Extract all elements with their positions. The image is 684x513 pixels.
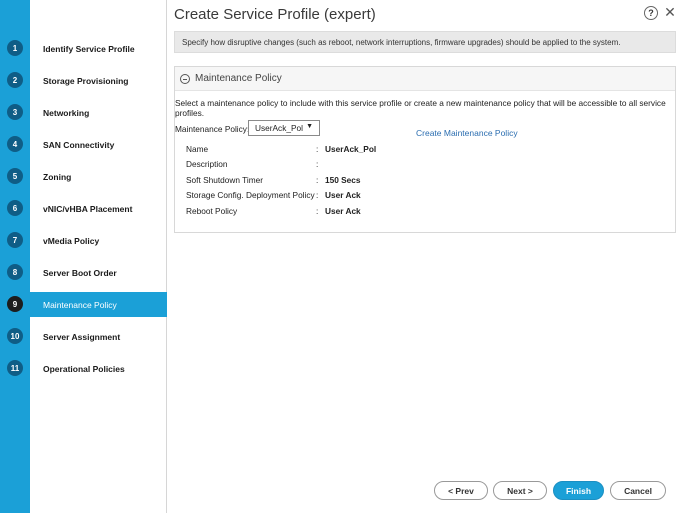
step-identify-service-profile[interactable]: Identify Service Profile bbox=[30, 36, 167, 61]
step-vnic-vhba-placement[interactable]: vNIC/vHBA Placement bbox=[30, 196, 167, 221]
detail-row-reboot-policy: Reboot Policy : User Ack bbox=[186, 206, 486, 218]
step-vmedia-policy[interactable]: vMedia Policy bbox=[30, 228, 167, 253]
step-number-7: 7 bbox=[7, 232, 23, 248]
step-server-assignment[interactable]: Server Assignment bbox=[30, 324, 167, 349]
prev-button[interactable]: < Prev bbox=[434, 481, 488, 500]
detail-value: 150 Secs bbox=[325, 175, 361, 185]
detail-label: Reboot Policy bbox=[186, 206, 238, 216]
detail-label: Description bbox=[186, 159, 228, 169]
finish-button[interactable]: Finish bbox=[553, 481, 604, 500]
step-number-8: 8 bbox=[7, 264, 23, 280]
step-zoning[interactable]: Zoning bbox=[30, 164, 167, 189]
detail-row-soft-shutdown-timer: Soft Shutdown Timer : 150 Secs bbox=[186, 175, 486, 187]
step-number-1: 1 bbox=[7, 40, 23, 56]
detail-colon: : bbox=[316, 144, 319, 154]
info-bar: Specify how disruptive changes (such as … bbox=[174, 31, 676, 53]
step-storage-provisioning[interactable]: Storage Provisioning bbox=[30, 68, 167, 93]
detail-label: Name bbox=[186, 144, 209, 154]
detail-label: Storage Config. Deployment Policy bbox=[186, 190, 315, 200]
create-maintenance-policy-link[interactable]: Create Maintenance Policy bbox=[416, 128, 518, 138]
chevron-down-icon: ▼ bbox=[306, 123, 313, 130]
detail-row-storage-config: Storage Config. Deployment Policy : User… bbox=[186, 190, 486, 202]
step-rail: 1 2 3 4 5 6 7 8 9 10 11 bbox=[0, 0, 30, 513]
maintenance-policy-select-value: UserAck_Pol bbox=[255, 123, 303, 133]
detail-colon: : bbox=[316, 190, 319, 200]
step-number-6: 6 bbox=[7, 200, 23, 216]
panel-description: Select a maintenance policy to include w… bbox=[175, 98, 666, 118]
step-number-4: 4 bbox=[7, 136, 23, 152]
step-operational-policies[interactable]: Operational Policies bbox=[30, 356, 167, 381]
detail-row-description: Description : bbox=[186, 159, 486, 171]
step-number-10: 10 bbox=[7, 328, 23, 344]
step-number-9: 9 bbox=[7, 296, 23, 312]
close-icon[interactable]: ✕ bbox=[663, 4, 677, 20]
info-text: Specify how disruptive changes (such as … bbox=[182, 37, 621, 47]
wizard-steps-sidebar: Identify Service Profile Storage Provisi… bbox=[30, 0, 167, 513]
wizard-main: Create Service Profile (expert) ? ✕ Spec… bbox=[167, 0, 684, 513]
detail-label: Soft Shutdown Timer bbox=[186, 175, 264, 185]
detail-colon: : bbox=[316, 175, 319, 185]
maintenance-policy-label: Maintenance Policy: bbox=[175, 124, 250, 134]
cancel-button[interactable]: Cancel bbox=[610, 481, 666, 500]
detail-value: User Ack bbox=[325, 206, 361, 216]
next-button[interactable]: Next > bbox=[493, 481, 547, 500]
detail-colon: : bbox=[316, 159, 319, 169]
detail-value: UserAck_Pol bbox=[325, 144, 377, 154]
page-title: Create Service Profile (expert) bbox=[174, 6, 376, 23]
step-number-5: 5 bbox=[7, 168, 23, 184]
step-number-3: 3 bbox=[7, 104, 23, 120]
maintenance-policy-panel: Maintenance Policy Select a maintenance … bbox=[174, 66, 676, 233]
detail-colon: : bbox=[316, 206, 319, 216]
step-server-boot-order[interactable]: Server Boot Order bbox=[30, 260, 167, 285]
step-number-11: 11 bbox=[7, 360, 23, 376]
detail-value: User Ack bbox=[325, 190, 361, 200]
detail-row-name: Name : UserAck_Pol bbox=[186, 144, 486, 156]
step-number-2: 2 bbox=[7, 72, 23, 88]
step-san-connectivity[interactable]: SAN Connectivity bbox=[30, 132, 167, 157]
panel-header[interactable]: Maintenance Policy bbox=[175, 67, 675, 91]
help-icon[interactable]: ? bbox=[644, 6, 658, 20]
collapse-icon[interactable] bbox=[180, 73, 190, 84]
step-maintenance-policy[interactable]: Maintenance Policy bbox=[30, 292, 167, 317]
panel-title: Maintenance Policy bbox=[195, 73, 282, 84]
step-networking[interactable]: Networking bbox=[30, 100, 167, 125]
maintenance-policy-select[interactable]: UserAck_Pol ▼ bbox=[248, 120, 320, 136]
